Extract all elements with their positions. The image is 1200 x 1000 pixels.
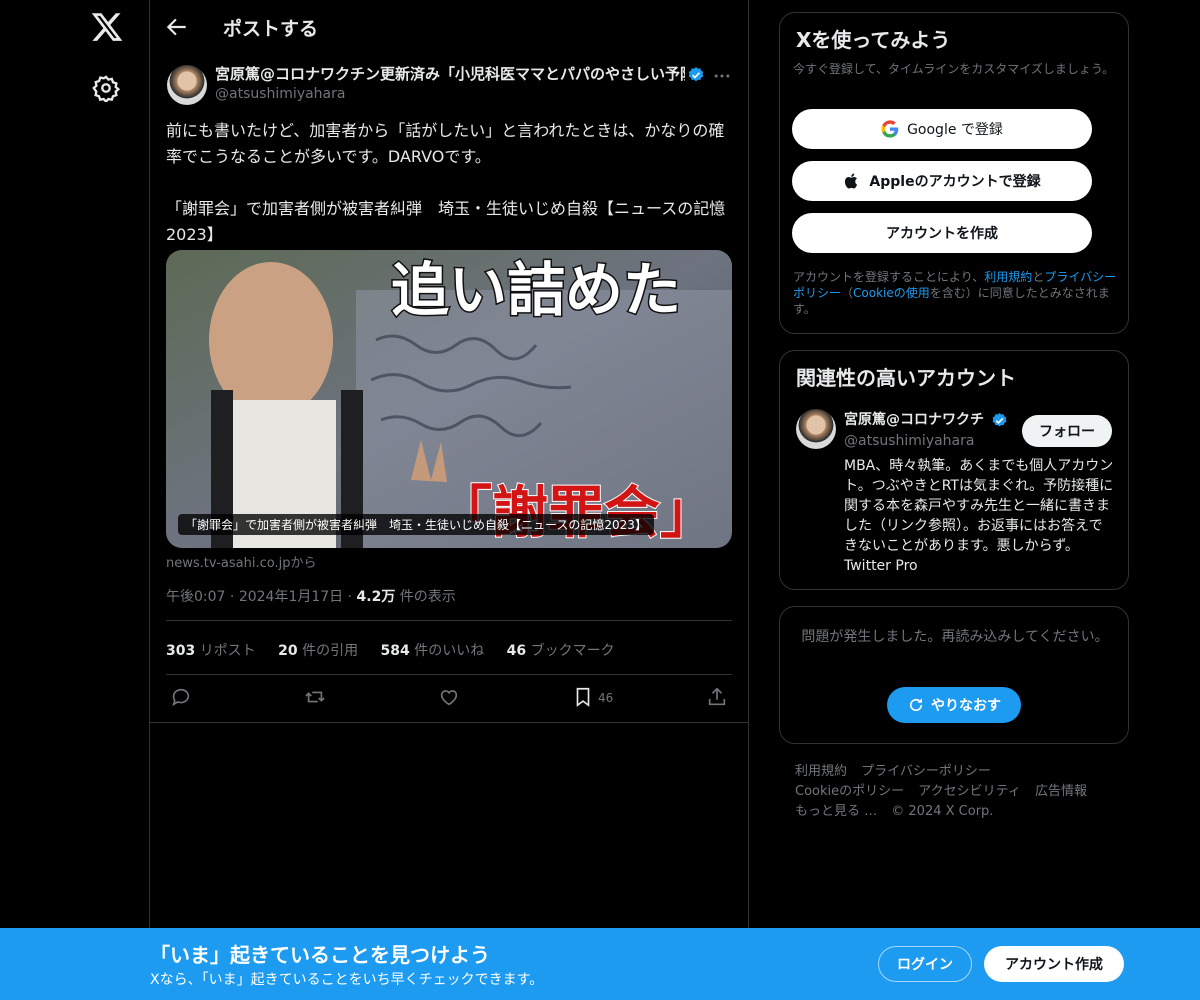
stat-likes[interactable]: 584 件のいいね <box>381 643 485 659</box>
footer-accessibility-link[interactable]: アクセシビリティ <box>918 784 1021 799</box>
verified-icon <box>992 413 1007 427</box>
avatar[interactable] <box>167 65 207 105</box>
create-account-button[interactable]: アカウントを作成 <box>792 213 1092 253</box>
apple-signup-label: Appleのアカウントで登録 <box>869 174 1041 190</box>
google-icon <box>881 120 899 138</box>
verified-icon <box>688 67 704 82</box>
banner-subtitle: Xなら、「いま」起きていることをいち早くチェックできます。 <box>150 972 544 988</box>
post-time[interactable]: 午後0:07 <box>166 589 225 605</box>
post-date[interactable]: 2024年1月17日 <box>239 589 343 605</box>
legal-text: と <box>1032 270 1045 284</box>
post-text-paragraph-1: 前にも書いたけど、加害者から「話がしたい」と言われたときは、かなりの確率でこうな… <box>166 121 725 166</box>
footer-ads-link[interactable]: 広告情報 <box>1035 784 1087 799</box>
reply-icon[interactable] <box>170 686 192 708</box>
left-nav <box>60 0 150 1000</box>
more-icon[interactable] <box>712 66 732 86</box>
footer-privacy-link[interactable]: プライバシーポリシー <box>861 764 991 779</box>
banner-title: 「いま」起きていることを見つけよう <box>150 943 490 967</box>
bookmark-count: 46 <box>598 691 614 705</box>
related-account-bio: MBA、時々執筆。あくまでも個人アカウント。つぶやきとRTは気まぐれ。予防接種に… <box>844 458 1114 574</box>
google-signup-label: で登録 <box>960 122 1003 138</box>
refresh-icon <box>909 698 923 712</box>
footer-more-link[interactable]: もっと見る … <box>795 804 877 819</box>
footer-copyright: © 2024 X Corp. <box>891 804 994 819</box>
repost-icon[interactable] <box>304 686 326 708</box>
top-bar: ポストする <box>150 0 748 54</box>
related-accounts-box: 関連性の高いアカウント 宮原篤@コロナワクチン更新済み @atsushimiya… <box>779 350 1129 590</box>
divider <box>166 620 732 621</box>
post-author: 宮原篤@コロナワクチン更新済み「小児科医ママとパパのやさしい予防接種BOOK」 … <box>150 54 748 114</box>
signup-legal: アカウントを登録することにより、利用規約とプライバシーポリシー（Cookieの使… <box>793 269 1118 317</box>
avatar[interactable] <box>796 409 836 449</box>
legal-text: アカウントを登録することにより、 <box>793 270 985 284</box>
x-logo-icon[interactable] <box>90 10 124 44</box>
google-brand: Google <box>907 122 957 138</box>
main-column: ポストする 宮原篤@コロナワクチン更新済み「小児科医ママとパパのやさしい予防接種… <box>149 0 749 1000</box>
footer-cookie-link[interactable]: Cookieのポリシー <box>795 784 904 799</box>
error-box: 問題が発生しました。再読み込みしてください。 やりなおす <box>779 606 1129 744</box>
banner-create-account-button[interactable]: アカウント作成 <box>984 946 1124 982</box>
signup-box: Xを使ってみよう 今すぐ登録して、タイムラインをカスタマイズしましょう。 Goo… <box>779 12 1129 334</box>
follow-button[interactable]: フォロー <box>1022 415 1112 447</box>
related-account-handle[interactable]: @atsushimiyahara <box>844 433 974 449</box>
right-sidebar: Xを使ってみよう 今すぐ登録して、タイムラインをカスタマイズしましょう。 Goo… <box>779 12 1129 822</box>
author-name[interactable]: 宮原篤@コロナワクチン更新済み「小児科医ママとパパのやさしい予防接種BOOK」 <box>215 63 685 84</box>
related-account-name[interactable]: 宮原篤@コロナワクチン更新済み <box>844 409 984 429</box>
stat-reposts[interactable]: 303 リポスト <box>166 643 256 659</box>
app-root: ポストする 宮原篤@コロナワクチン更新済み「小児科医ママとパパのやさしい予防接種… <box>0 0 1200 1000</box>
like-icon[interactable] <box>438 686 460 708</box>
stat-quotes[interactable]: 20 件の引用 <box>278 643 358 659</box>
retry-label: やりなおす <box>931 698 1001 714</box>
error-message: 問題が発生しました。再読み込みしてください。 <box>801 629 1109 645</box>
retry-button[interactable]: やりなおす <box>887 687 1021 723</box>
google-signup-button[interactable]: Google で登録 <box>792 109 1092 149</box>
post-meta: 午後0:07 · 2024年1月17日 · 4.2万 件の表示 <box>166 589 456 605</box>
divider <box>166 674 732 675</box>
apple-signup-button[interactable]: Appleのアカウントで登録 <box>792 161 1092 201</box>
card-caption: 「謝罪会」で加害者側が被害者糾弾 埼玉・生徒いじめ自殺【ニュースの記憶2023】 <box>178 514 654 535</box>
share-icon[interactable] <box>706 686 728 708</box>
signup-title: Xを使ってみよう <box>796 28 951 52</box>
create-account-label: アカウントを作成 <box>886 226 998 242</box>
divider <box>150 722 748 723</box>
author-handle[interactable]: @atsushimiyahara <box>215 86 345 102</box>
post-actions: 46 <box>166 686 732 714</box>
signup-subtitle: 今すぐ登録して、タイムラインをカスタマイズしましょう。 <box>793 62 1115 76</box>
apple-icon <box>845 173 858 189</box>
card-thumbnail: 追い詰めた 「謝罪会」 <box>166 250 732 548</box>
login-button[interactable]: ログイン <box>878 946 972 982</box>
stat-bookmarks[interactable]: 46 ブックマーク <box>507 643 615 659</box>
page-title: ポストする <box>223 18 319 40</box>
related-title: 関連性の高いアカウント <box>796 366 1016 390</box>
views-count: 4.2万 <box>356 589 396 605</box>
post-text: 前にも書いたけど、加害者から「話がしたい」と言われたときは、かなりの確率でこうな… <box>166 118 736 248</box>
link-card[interactable]: 追い詰めた 「謝罪会」 「謝罪会」で加害者側が被害者糾弾 埼玉・生徒いじめ自殺【… <box>166 250 732 548</box>
card-domain[interactable]: news.tv-asahi.co.jpから <box>166 552 316 571</box>
back-arrow-icon[interactable] <box>164 14 190 40</box>
post-text-paragraph-2: 「謝罪会」で加害者側が被害者糾弾 埼玉・生徒いじめ自殺【ニュースの記憶2023】 <box>166 199 726 244</box>
post-stats: 303 リポスト 20 件の引用 584 件のいいね 46 ブックマーク <box>166 640 633 660</box>
terms-link[interactable]: 利用規約 <box>984 270 1032 284</box>
footer-links: 利用規約 プライバシーポリシー Cookieのポリシー アクセシビリティ 広告情… <box>779 762 1109 822</box>
card-overlay-top: 追い詰めた <box>391 256 681 324</box>
footer-terms-link[interactable]: 利用規約 <box>795 764 847 779</box>
legal-text: （ <box>841 286 854 300</box>
bookmark-icon[interactable] <box>572 686 594 708</box>
login-banner: 「いま」起きていることを見つけよう Xなら、「いま」起きていることをいち早くチェ… <box>0 928 1200 1000</box>
cookie-link[interactable]: Cookieの使用 <box>853 286 930 300</box>
views-label: 件の表示 <box>399 589 456 605</box>
settings-icon[interactable] <box>92 74 120 102</box>
